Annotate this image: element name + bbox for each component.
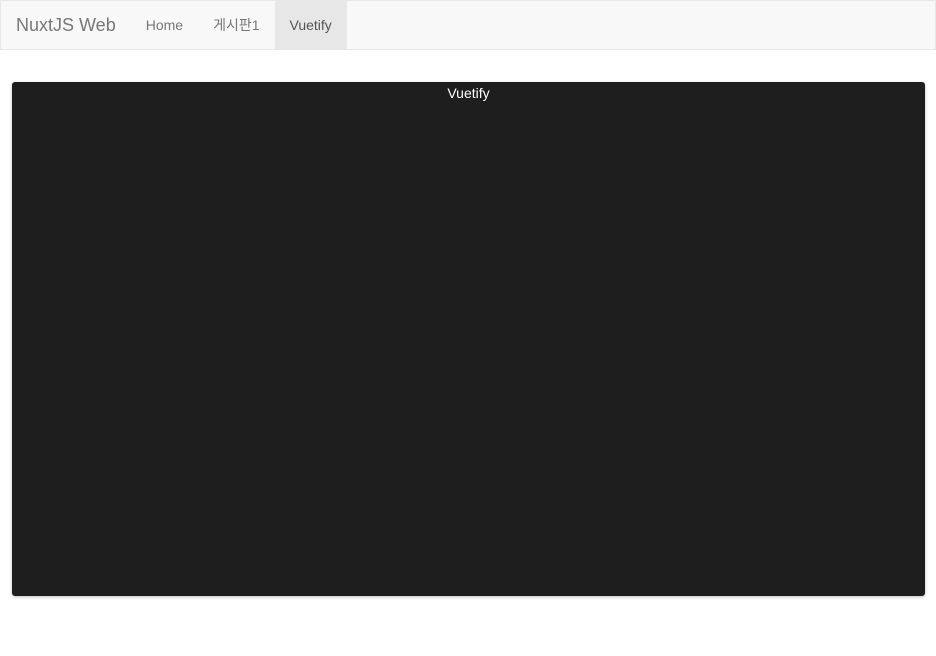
card-title: Vuetify <box>447 85 490 101</box>
navbar-brand[interactable]: NuxtJS Web <box>1 1 131 49</box>
nav-item-home[interactable]: Home <box>131 1 198 49</box>
nav-item-vuetify[interactable]: Vuetify <box>274 1 347 49</box>
vuetify-card: Vuetify <box>12 82 925 596</box>
top-navbar: NuxtJS Web Home 게시판1 Vuetify <box>0 0 936 50</box>
nav-menu: Home 게시판1 Vuetify <box>131 1 347 49</box>
nav-item-board1[interactable]: 게시판1 <box>198 1 274 49</box>
